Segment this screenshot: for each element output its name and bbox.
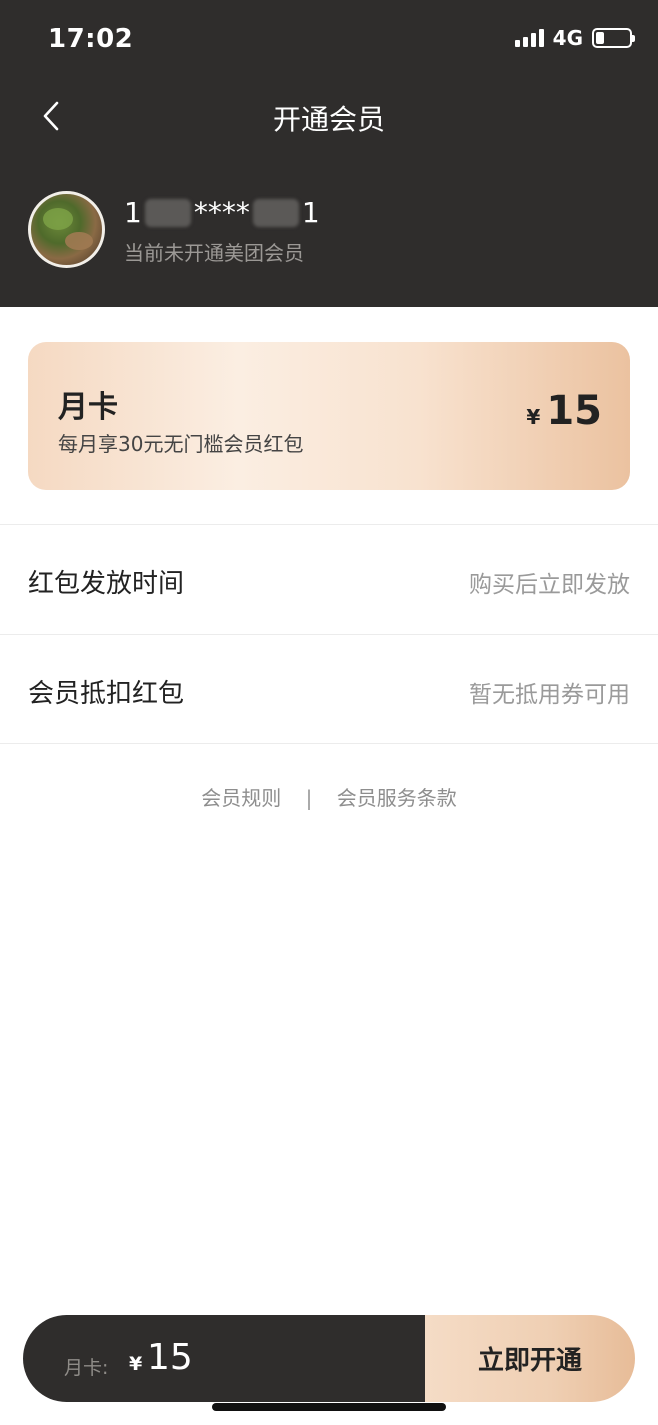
row-label: 会员抵扣红包 — [28, 679, 185, 709]
row-label: 红包发放时间 — [28, 569, 185, 599]
home-indicator — [212, 1403, 446, 1411]
price-value: 15 — [546, 388, 602, 434]
link-separator: | — [305, 786, 313, 810]
page-title: 开通会员 — [272, 103, 385, 136]
bottom-purchase-bar: 月卡: ¥ 15 立即开通 — [23, 1315, 635, 1402]
membership-status: 当前未开通美团会员 — [124, 241, 304, 265]
status-time: 17:02 — [48, 24, 134, 54]
avatar[interactable] — [28, 191, 105, 268]
activate-now-button[interactable]: 立即开通 — [425, 1315, 635, 1402]
member-rules-link[interactable]: 会员规则 — [201, 786, 281, 810]
network-label: 4G — [552, 26, 583, 50]
currency-symbol: ¥ — [526, 405, 541, 429]
battery-icon — [592, 28, 635, 48]
phone-suffix: 1 — [301, 196, 320, 229]
bottom-currency-symbol: ¥ — [129, 1353, 143, 1375]
signal-icon — [514, 29, 544, 47]
footer-links: 会员规则 | 会员服务条款 — [0, 782, 658, 811]
header: 17:02 4G 开通会员 1 **** 1 当前未开通美团会员 — [0, 0, 658, 307]
bottom-price-summary: 月卡: ¥ 15 — [23, 1315, 425, 1402]
phone-redacted-block — [144, 198, 191, 227]
row-value: 暂无抵用券可用 — [469, 682, 630, 708]
plan-title: 月卡 — [58, 390, 118, 425]
row-redpacket-time: 红包发放时间 购买后立即发放 — [0, 525, 658, 634]
phone-mask: **** — [193, 196, 250, 229]
divider — [0, 743, 658, 744]
phone-prefix: 1 — [124, 196, 142, 229]
plan-card-monthly[interactable]: 月卡 每月享30元无门槛会员红包 ¥ 15 — [28, 342, 630, 490]
plan-price: ¥ 15 — [526, 388, 602, 434]
phone-redacted-block — [252, 198, 299, 227]
status-icons: 4G — [514, 26, 635, 50]
plan-description: 每月享30元无门槛会员红包 — [58, 432, 304, 456]
row-value: 购买后立即发放 — [469, 572, 630, 598]
member-terms-link[interactable]: 会员服务条款 — [337, 786, 457, 810]
row-member-discount[interactable]: 会员抵扣红包 暂无抵用券可用 — [0, 635, 658, 744]
user-phone: 1 **** 1 — [124, 196, 320, 229]
bottom-price-value: 15 — [147, 1337, 193, 1378]
bottom-plan-label: 月卡: — [64, 1357, 109, 1379]
